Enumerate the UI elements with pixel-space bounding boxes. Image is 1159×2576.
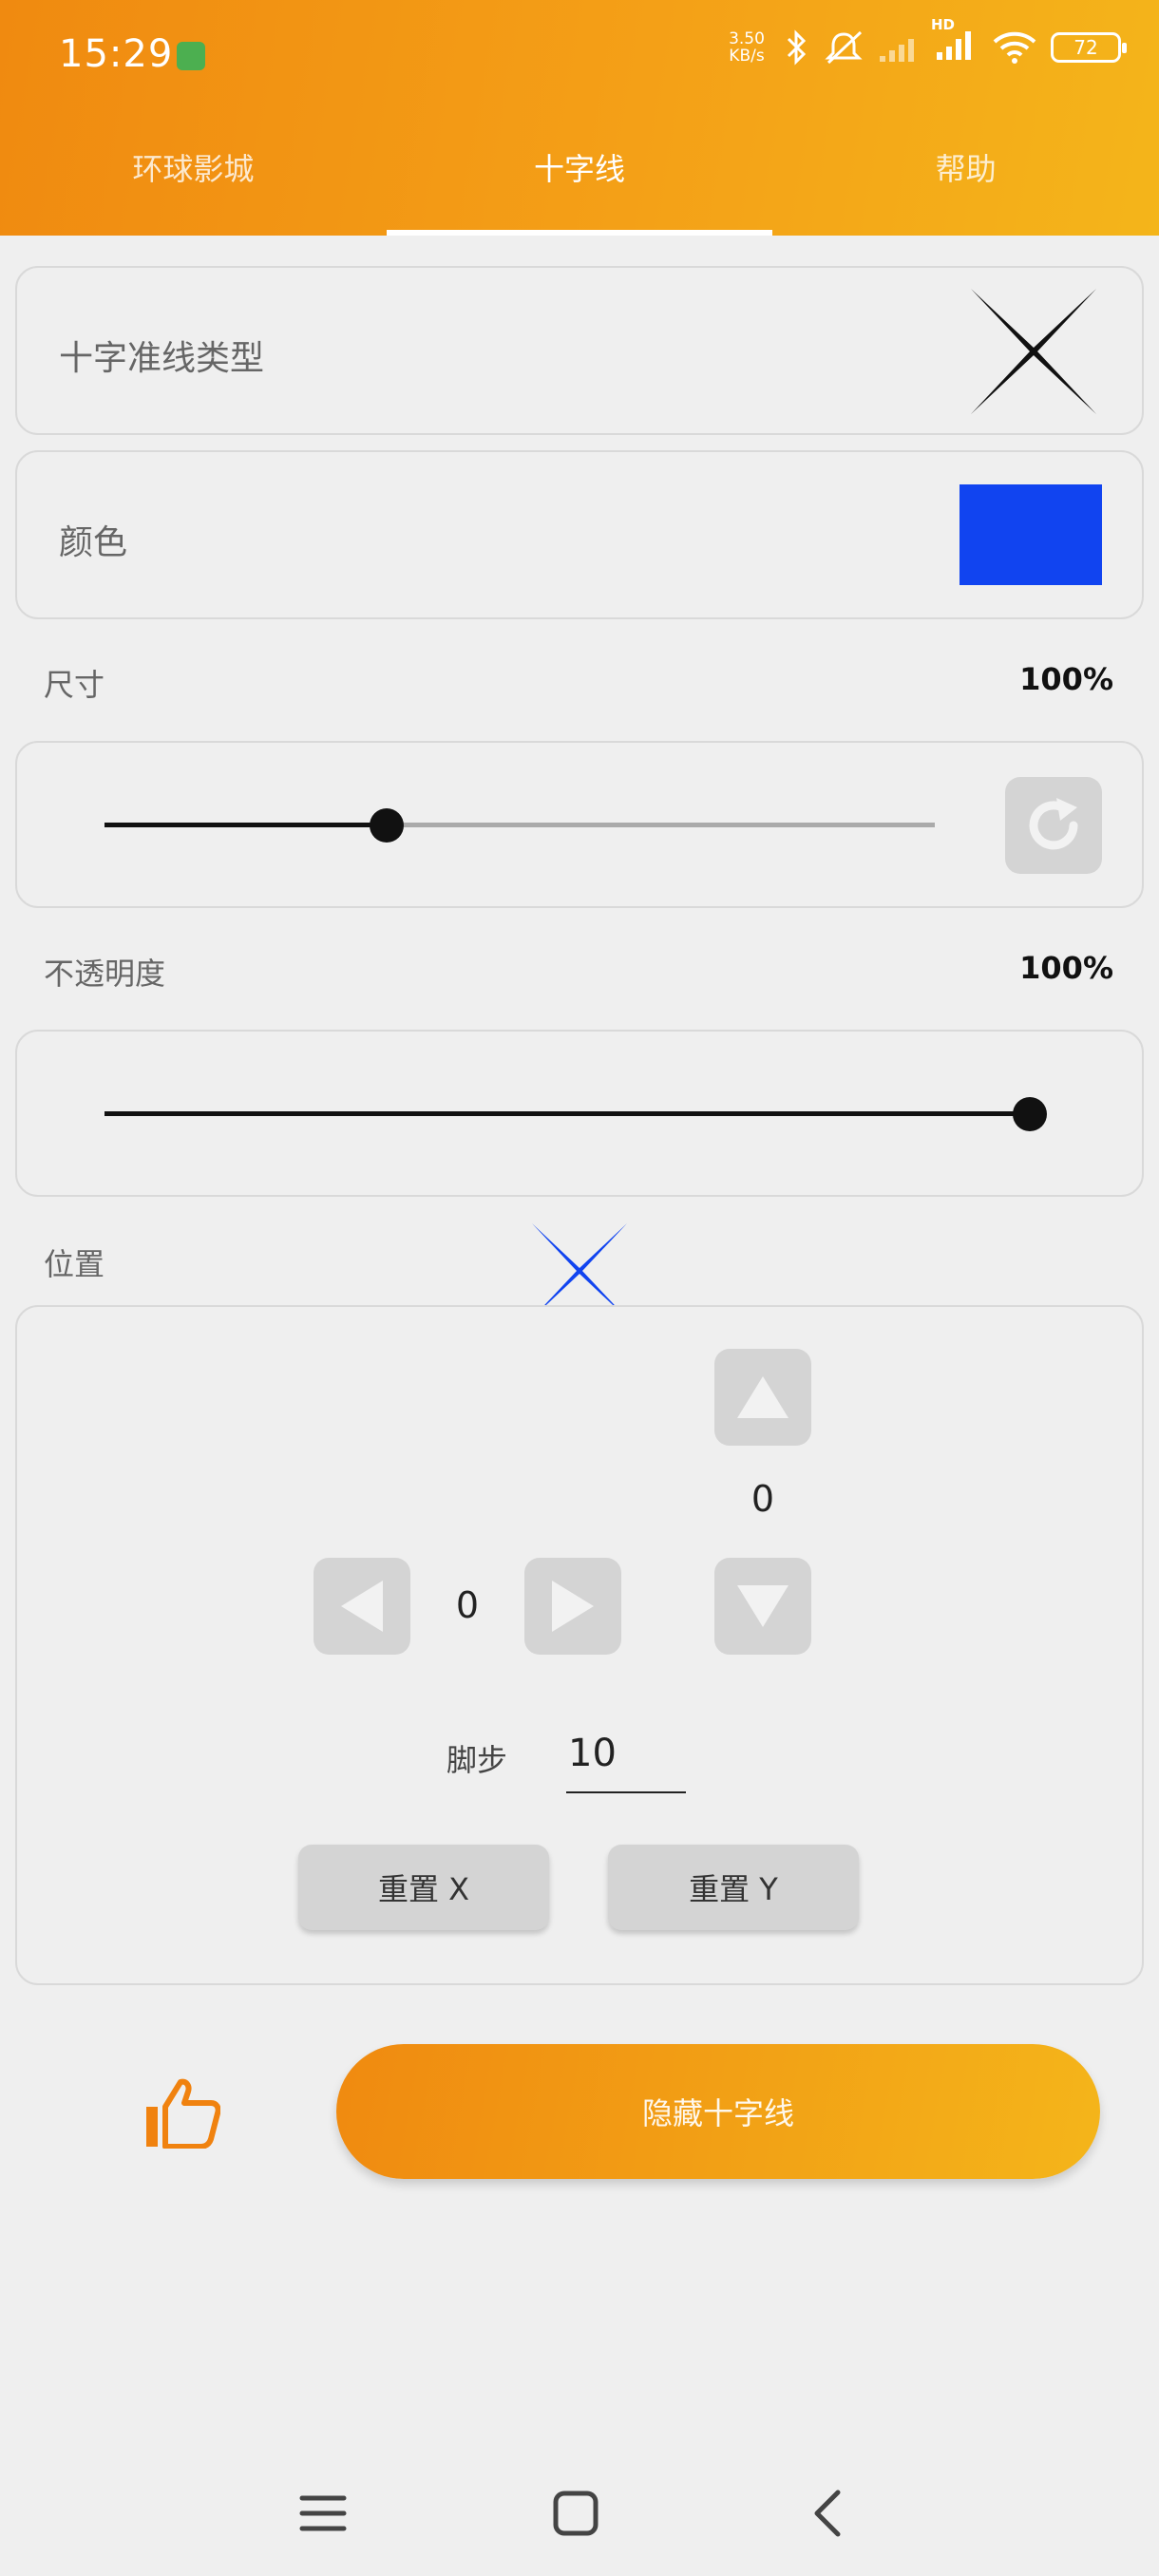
mute-icon (825, 30, 863, 65)
signal-strong-icon (937, 31, 971, 60)
size-value: 100% (1019, 661, 1113, 697)
network-speed: 3.50 KB/s (729, 29, 765, 66)
status-time: 15:29 (59, 32, 174, 76)
move-up-button[interactable] (714, 1349, 811, 1446)
opacity-slider-thumb[interactable] (1013, 1097, 1047, 1131)
color-label: 颜色 (59, 523, 128, 562)
signal-weak-icon (880, 39, 914, 62)
position-card: 0 0 (15, 1305, 1144, 1985)
size-slider-fill (104, 823, 387, 827)
move-left-button[interactable] (314, 1558, 410, 1655)
y-position-value: 0 (750, 1478, 775, 1520)
app-header: 15:29 3.50 KB/s HD 72 环球影城 十字线 帮助 (0, 0, 1159, 236)
position-label: 位置 (44, 1246, 105, 1282)
reset-size-button[interactable] (1005, 777, 1102, 874)
tab-help[interactable]: 帮助 (772, 99, 1159, 236)
opacity-value: 100% (1019, 950, 1113, 986)
hd-label: HD (931, 16, 956, 33)
move-down-button[interactable] (714, 1558, 811, 1655)
opacity-slider-fill (104, 1111, 1030, 1116)
opacity-slider-card (15, 1030, 1144, 1197)
size-slider-thumb[interactable] (370, 808, 404, 843)
move-right-button[interactable] (524, 1558, 621, 1655)
status-bar: 15:29 3.50 KB/s HD 72 (0, 0, 1159, 99)
thumbs-up-icon[interactable] (144, 2078, 220, 2149)
wifi-icon (993, 31, 1036, 64)
crosshair-type-card[interactable]: 十字准线类型 (15, 266, 1144, 435)
hide-crosshair-button[interactable]: 隐藏十字线 (336, 2044, 1100, 2179)
arrow-right-icon (552, 1581, 594, 1632)
tab-universal-studios[interactable]: 环球影城 (0, 99, 387, 236)
color-swatch[interactable] (960, 484, 1102, 585)
reset-x-button[interactable]: 重置 X (298, 1845, 549, 1930)
status-icons: 3.50 KB/s HD 72 (722, 16, 1127, 66)
x-position-value: 0 (455, 1584, 480, 1626)
crosshair-type-label: 十字准线类型 (59, 339, 265, 378)
reset-y-button[interactable]: 重置 Y (608, 1845, 859, 1930)
arrow-left-icon (341, 1581, 383, 1632)
step-input[interactable] (566, 1715, 686, 1793)
home-icon[interactable] (547, 2485, 604, 2542)
step-label: 脚步 (446, 1742, 508, 1778)
x-crosshair-icon[interactable] (967, 285, 1100, 418)
menu-icon[interactable] (294, 2485, 352, 2542)
size-slider-card (15, 741, 1144, 908)
back-icon[interactable] (800, 2485, 857, 2542)
color-card[interactable]: 颜色 (15, 450, 1144, 619)
bluetooth-icon (787, 29, 807, 66)
refresh-icon (1029, 798, 1078, 850)
arrow-down-icon (737, 1585, 788, 1627)
tab-crosshair[interactable]: 十字线 (386, 99, 773, 236)
app-notification-icon (177, 42, 205, 70)
opacity-label: 不透明度 (44, 956, 166, 992)
system-nav-bar (0, 2451, 1159, 2576)
tab-bar: 环球影城 十字线 帮助 (0, 99, 1159, 236)
battery-indicator: 72 (1051, 32, 1127, 63)
size-label: 尺寸 (44, 667, 105, 703)
arrow-up-icon (737, 1376, 788, 1418)
